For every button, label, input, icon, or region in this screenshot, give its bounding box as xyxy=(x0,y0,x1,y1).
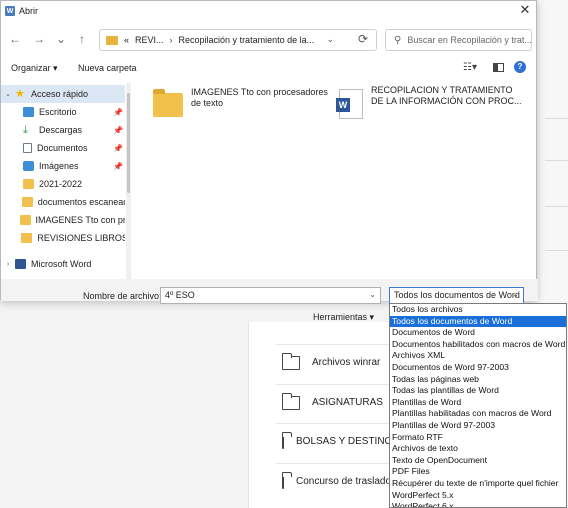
expand-chevron-icon[interactable]: › xyxy=(3,261,13,268)
sidebar-item-folder[interactable]: REVISIONES LIBROS BE xyxy=(1,229,125,247)
back-arrow-icon[interactable]: ← xyxy=(7,31,23,47)
folder-icon xyxy=(282,431,292,449)
pin-icon: 📌 xyxy=(113,143,123,153)
chevron-down-icon[interactable]: ⌄ xyxy=(512,290,519,299)
new-folder-button[interactable]: Nueva carpeta xyxy=(78,63,137,73)
close-icon[interactable]: ✕ xyxy=(518,3,532,17)
command-bar: Organizar ▾ Nueva carpeta ☷▾ ? xyxy=(1,57,538,79)
sidebar-item-desktop[interactable]: Escritorio 📌 xyxy=(1,103,125,121)
background-folder-row[interactable]: BOLSAS Y DESTINOS xyxy=(276,423,399,459)
tools-button[interactable]: Herramientas ▾ xyxy=(313,312,374,323)
forward-arrow-icon[interactable]: → xyxy=(31,31,47,47)
navigation-pane: ⌄ ★ Acceso rápido Escritorio 📌 ⤓ Descarg… xyxy=(1,83,133,279)
filename-input[interactable]: 4º ESO ⌄ xyxy=(160,287,381,304)
filetype-option[interactable]: Documentos de Word xyxy=(390,327,566,339)
breadcrumb-separator-icon[interactable]: › xyxy=(170,35,173,45)
address-bar[interactable]: « REVI... › Recopilación y tratamiento d… xyxy=(99,29,377,51)
chevron-down-icon[interactable]: ⌄ xyxy=(369,290,376,299)
recent-locations-chevron-icon[interactable]: ⌄ xyxy=(53,31,69,47)
open-file-dialog: W Abrir ✕ ← → ⌄ ↑ « REVI... › Recopilaci… xyxy=(0,0,538,301)
folder-icon xyxy=(23,179,34,189)
filetype-dropdown-list: Todos los archivos Todos los documentos d… xyxy=(389,303,567,508)
search-icon: ⚲ xyxy=(394,34,402,46)
search-box[interactable]: ⚲ Buscar en Recopilación y trat... xyxy=(385,29,532,51)
folder-icon xyxy=(282,352,300,370)
file-item-folder[interactable]: IMAGENES Tto con procesadores de texto xyxy=(153,87,328,117)
collapse-chevron-icon[interactable]: ⌄ xyxy=(3,90,13,98)
pictures-icon xyxy=(23,161,34,171)
filetype-select[interactable]: Todos los documentos de Word ⌄ xyxy=(389,287,524,304)
folder-icon xyxy=(282,392,300,410)
filetype-option[interactable]: Todos los archivos xyxy=(390,304,566,316)
preview-pane-icon[interactable] xyxy=(493,62,504,72)
word-app-icon: W xyxy=(5,6,15,16)
background-folder-row[interactable]: Concurso de traslados xyxy=(276,463,396,499)
sidebar-item-folder[interactable]: 2021-2022 xyxy=(1,175,125,193)
filetype-option[interactable]: Todas las plantillas de Word xyxy=(390,385,566,397)
filetype-option[interactable]: Archivos XML xyxy=(390,350,566,362)
filetype-option[interactable]: Récupérer du texte de n'importe quel fic… xyxy=(390,478,566,490)
sidebar-item-downloads[interactable]: ⤓ Descargas 📌 xyxy=(1,121,125,139)
file-name: DE LA INFORMACIÓN CON PROC... xyxy=(371,96,522,106)
filename-label: Nombre de archivo: xyxy=(83,291,162,301)
filetype-option[interactable]: PDF Files xyxy=(390,466,566,478)
filetype-option[interactable]: Plantillas de Word xyxy=(390,397,566,409)
file-name: RECOPILACION Y TRATAMIENTO xyxy=(371,85,513,95)
file-name: de texto xyxy=(191,98,224,108)
sidebar-item-folder[interactable]: documentos escaneados xyxy=(1,193,125,211)
filetype-option[interactable]: Documentos de Word 97-2003 xyxy=(390,362,566,374)
download-icon: ⤓ xyxy=(23,124,28,136)
breadcrumb-overflow[interactable]: « xyxy=(124,35,129,45)
word-icon xyxy=(15,259,26,269)
folder-icon xyxy=(19,215,31,225)
folder-icon xyxy=(153,89,183,117)
dialog-title: Abrir xyxy=(19,6,39,16)
folder-icon xyxy=(106,35,118,45)
pin-icon: 📌 xyxy=(113,161,123,171)
file-name: IMAGENES Tto con procesadores xyxy=(191,87,328,97)
filetype-option[interactable]: Formato RTF xyxy=(390,432,566,444)
help-icon[interactable]: ? xyxy=(514,61,526,73)
sidebar-item-quick-access[interactable]: ⌄ ★ Acceso rápido xyxy=(1,85,125,103)
navigation-bar: ← → ⌄ ↑ « REVI... › Recopilación y trata… xyxy=(1,25,538,53)
sidebar-item-microsoft-word[interactable]: › Microsoft Word xyxy=(1,255,125,273)
folder-icon xyxy=(21,197,33,207)
file-item-word-document[interactable]: W RECOPILACION Y TRATAMIENTO DE LA INFOR… xyxy=(336,85,522,119)
filetype-option[interactable]: Plantillas habilitadas con macros de Wor… xyxy=(390,408,566,420)
sidebar-item-pictures[interactable]: Imágenes 📌 xyxy=(1,157,125,175)
breadcrumb-item[interactable]: Recopilación y tratamiento de la... xyxy=(179,35,315,45)
documents-icon xyxy=(23,143,32,153)
file-list: IMAGENES Tto con procesadores de texto W… xyxy=(135,83,538,279)
background-folder-row[interactable]: ASIGNATURAS xyxy=(276,384,396,420)
filetype-option[interactable]: Todos los documentos de Word xyxy=(390,315,566,328)
filetype-option[interactable]: WordPerfect 5.x xyxy=(390,490,566,502)
filetype-option[interactable]: Plantillas de Word 97-2003 xyxy=(390,420,566,432)
filetype-option[interactable]: Todas las páginas web xyxy=(390,374,566,386)
up-arrow-icon[interactable]: ↑ xyxy=(74,31,90,47)
sidebar-scrollbar[interactable] xyxy=(126,83,131,279)
view-options-icon[interactable]: ☷▾ xyxy=(463,62,477,73)
folder-icon xyxy=(282,471,292,489)
search-placeholder: Buscar en Recopilación y trat... xyxy=(407,35,531,45)
scrollbar-thumb[interactable] xyxy=(127,93,130,193)
filetype-option[interactable]: Texto de OpenDocument xyxy=(390,455,566,467)
desktop-icon xyxy=(23,107,34,117)
sidebar-item-documents[interactable]: Documentos 📌 xyxy=(1,139,125,157)
background-folder-row[interactable]: Archivos winrar xyxy=(276,344,396,380)
pin-icon: 📌 xyxy=(113,107,123,117)
address-history-chevron-icon[interactable]: ⌄ xyxy=(326,34,334,45)
breadcrumb-item[interactable]: REVI... xyxy=(135,35,164,45)
filetype-option[interactable]: Archivos de texto xyxy=(390,443,566,455)
star-icon: ★ xyxy=(15,88,25,100)
word-document-icon: W xyxy=(336,89,363,119)
filetype-option[interactable]: WordPerfect 6.x xyxy=(390,501,566,507)
dialog-titlebar: W Abrir ✕ xyxy=(1,1,538,21)
folder-icon xyxy=(21,233,33,243)
refresh-icon[interactable]: ⟳ xyxy=(358,32,368,46)
filetype-option[interactable]: Documentos habilitados con macros de Wor… xyxy=(390,339,566,351)
sidebar-item-folder[interactable]: IMAGENES Tto con procesadores xyxy=(1,211,125,229)
pin-icon: 📌 xyxy=(113,125,123,135)
organize-button[interactable]: Organizar ▾ xyxy=(11,63,58,74)
